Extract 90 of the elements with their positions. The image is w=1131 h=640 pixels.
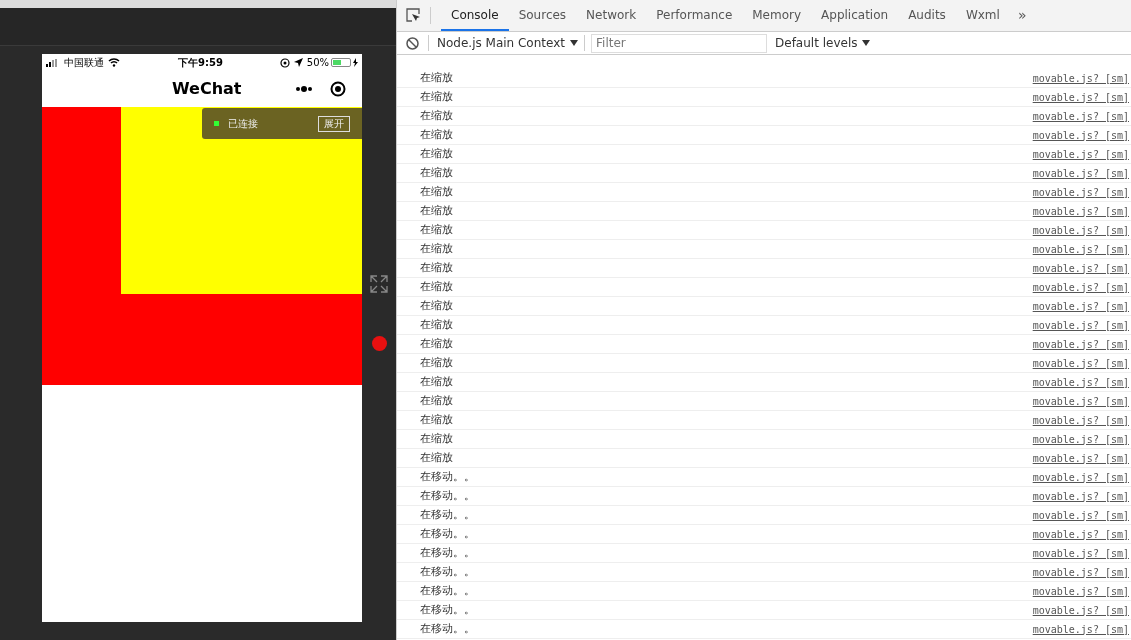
console-message: 在缩放 xyxy=(420,69,453,86)
devtools-tab[interactable]: Memory xyxy=(742,0,812,31)
source-link[interactable]: movable.js? [sm] xyxy=(1032,355,1129,371)
more-tabs-button[interactable]: » xyxy=(1009,0,1035,31)
console-message: 在移动。。 xyxy=(420,468,475,485)
devtools-tab[interactable]: Wxml xyxy=(955,0,1010,31)
console-message: 在移动。。 xyxy=(420,620,475,637)
console-message: 在缩放 xyxy=(420,449,453,466)
source-link[interactable]: movable.js? [sm] xyxy=(1032,526,1129,542)
source-link[interactable]: movable.js? [sm] xyxy=(1032,298,1129,314)
devtools-tab[interactable]: Audits xyxy=(898,0,956,31)
connection-status: 已连接 xyxy=(228,117,258,131)
source-link[interactable]: movable.js? [sm] xyxy=(1032,374,1129,390)
source-link[interactable]: movable.js? [sm] xyxy=(1032,507,1129,523)
devtools-tab[interactable]: Console xyxy=(441,0,509,31)
source-link[interactable]: movable.js? [sm] xyxy=(1032,412,1129,428)
console-message: 在移动。。 xyxy=(420,563,475,580)
context-dropdown[interactable]: Node.js Main Context xyxy=(437,34,578,52)
source-link[interactable]: movable.js? [sm] xyxy=(1032,222,1129,238)
console-message: 在移动。。 xyxy=(420,544,475,561)
source-link[interactable]: movable.js? [sm] xyxy=(1032,108,1129,124)
battery-icon xyxy=(331,58,351,67)
close-target-icon[interactable] xyxy=(330,81,346,97)
source-link[interactable]: movable.js? [sm] xyxy=(1032,488,1129,504)
levels-dropdown[interactable]: Default levels xyxy=(775,34,871,52)
caret-icon xyxy=(862,40,871,46)
more-icon[interactable] xyxy=(295,86,313,92)
inspect-icon[interactable] xyxy=(406,8,421,23)
carrier-name: 中国联通 xyxy=(64,56,104,70)
source-link[interactable]: movable.js? [sm] xyxy=(1032,165,1129,181)
page-title: WeChat xyxy=(172,78,242,100)
console-message: 在移动。。 xyxy=(420,601,475,618)
console-message: 在缩放 xyxy=(420,354,453,371)
charging-icon xyxy=(353,58,358,67)
console-message: 在缩放 xyxy=(420,183,453,200)
console-message: 在缩放 xyxy=(420,373,453,390)
console-message: 在移动。。 xyxy=(420,525,475,542)
source-link[interactable]: movable.js? [sm] xyxy=(1032,621,1129,637)
battery-percent: 50% xyxy=(306,56,329,70)
source-link[interactable]: movable.js? [sm] xyxy=(1032,89,1129,105)
devtools-tab[interactable]: Network xyxy=(576,0,647,31)
source-link[interactable]: movable.js? [sm] xyxy=(1032,241,1129,257)
console-message: 在缩放 xyxy=(420,202,453,219)
caret-icon xyxy=(570,40,578,46)
console-message: 在移动。。 xyxy=(420,487,475,504)
devtools-tab[interactable]: Sources xyxy=(508,0,577,31)
location-arrow-icon xyxy=(293,58,303,67)
expand-button[interactable]: 展开 xyxy=(318,115,350,132)
console-message: 在缩放 xyxy=(420,297,453,314)
console-message: 在缩放 xyxy=(420,278,453,295)
console-message: 在移动。。 xyxy=(420,582,475,599)
wifi-icon xyxy=(108,58,120,67)
source-link[interactable]: movable.js? [sm] xyxy=(1032,602,1129,618)
source-link[interactable]: movable.js? [sm] xyxy=(1032,203,1129,219)
source-link[interactable]: movable.js? [sm] xyxy=(1032,336,1129,352)
source-link[interactable]: movable.js? [sm] xyxy=(1032,127,1129,143)
console-message: 在缩放 xyxy=(420,335,453,352)
console-message: 在缩放 xyxy=(420,430,453,447)
console-message: 在缩放 xyxy=(420,221,453,238)
devtools-tab[interactable]: Performance xyxy=(646,0,743,31)
console-message: 在缩放 xyxy=(420,107,453,124)
source-link[interactable]: movable.js? [sm] xyxy=(1032,279,1129,295)
source-link[interactable]: movable.js? [sm] xyxy=(1032,583,1129,599)
source-link[interactable]: movable.js? [sm] xyxy=(1032,70,1129,86)
clock-time: 下午9:59 xyxy=(178,56,223,70)
devtools-tab[interactable]: Application xyxy=(811,0,899,31)
source-link[interactable]: movable.js? [sm] xyxy=(1032,564,1129,580)
console-message: 在缩放 xyxy=(420,126,453,143)
console-message: 在缩放 xyxy=(420,392,453,409)
clear-console-icon[interactable] xyxy=(406,36,419,50)
console-message: 在缩放 xyxy=(420,88,453,105)
filter-field[interactable]: Filter xyxy=(591,33,767,53)
source-link[interactable]: movable.js? [sm] xyxy=(1032,260,1129,276)
fullscreen-icon[interactable] xyxy=(369,274,389,294)
source-link[interactable]: movable.js? [sm] xyxy=(1032,431,1129,447)
console-message: 在缩放 xyxy=(420,240,453,257)
console-message: 在缩放 xyxy=(420,145,453,162)
source-link[interactable]: movable.js? [sm] xyxy=(1032,184,1129,200)
console-message: 在缩放 xyxy=(420,316,453,333)
source-link[interactable]: movable.js? [sm] xyxy=(1032,393,1129,409)
source-link[interactable]: movable.js? [sm] xyxy=(1032,450,1129,466)
console-message: 在缩放 xyxy=(420,411,453,428)
source-link[interactable]: movable.js? [sm] xyxy=(1032,317,1129,333)
source-link[interactable]: movable.js? [sm] xyxy=(1032,545,1129,561)
console-message: 在缩放 xyxy=(420,164,453,181)
lock-rotation-icon xyxy=(279,57,290,68)
console-message: 在缩放 xyxy=(420,259,453,276)
source-link[interactable]: movable.js? [sm] xyxy=(1032,469,1129,485)
console-message: 在移动。。 xyxy=(420,506,475,523)
source-link[interactable]: movable.js? [sm] xyxy=(1032,146,1129,162)
